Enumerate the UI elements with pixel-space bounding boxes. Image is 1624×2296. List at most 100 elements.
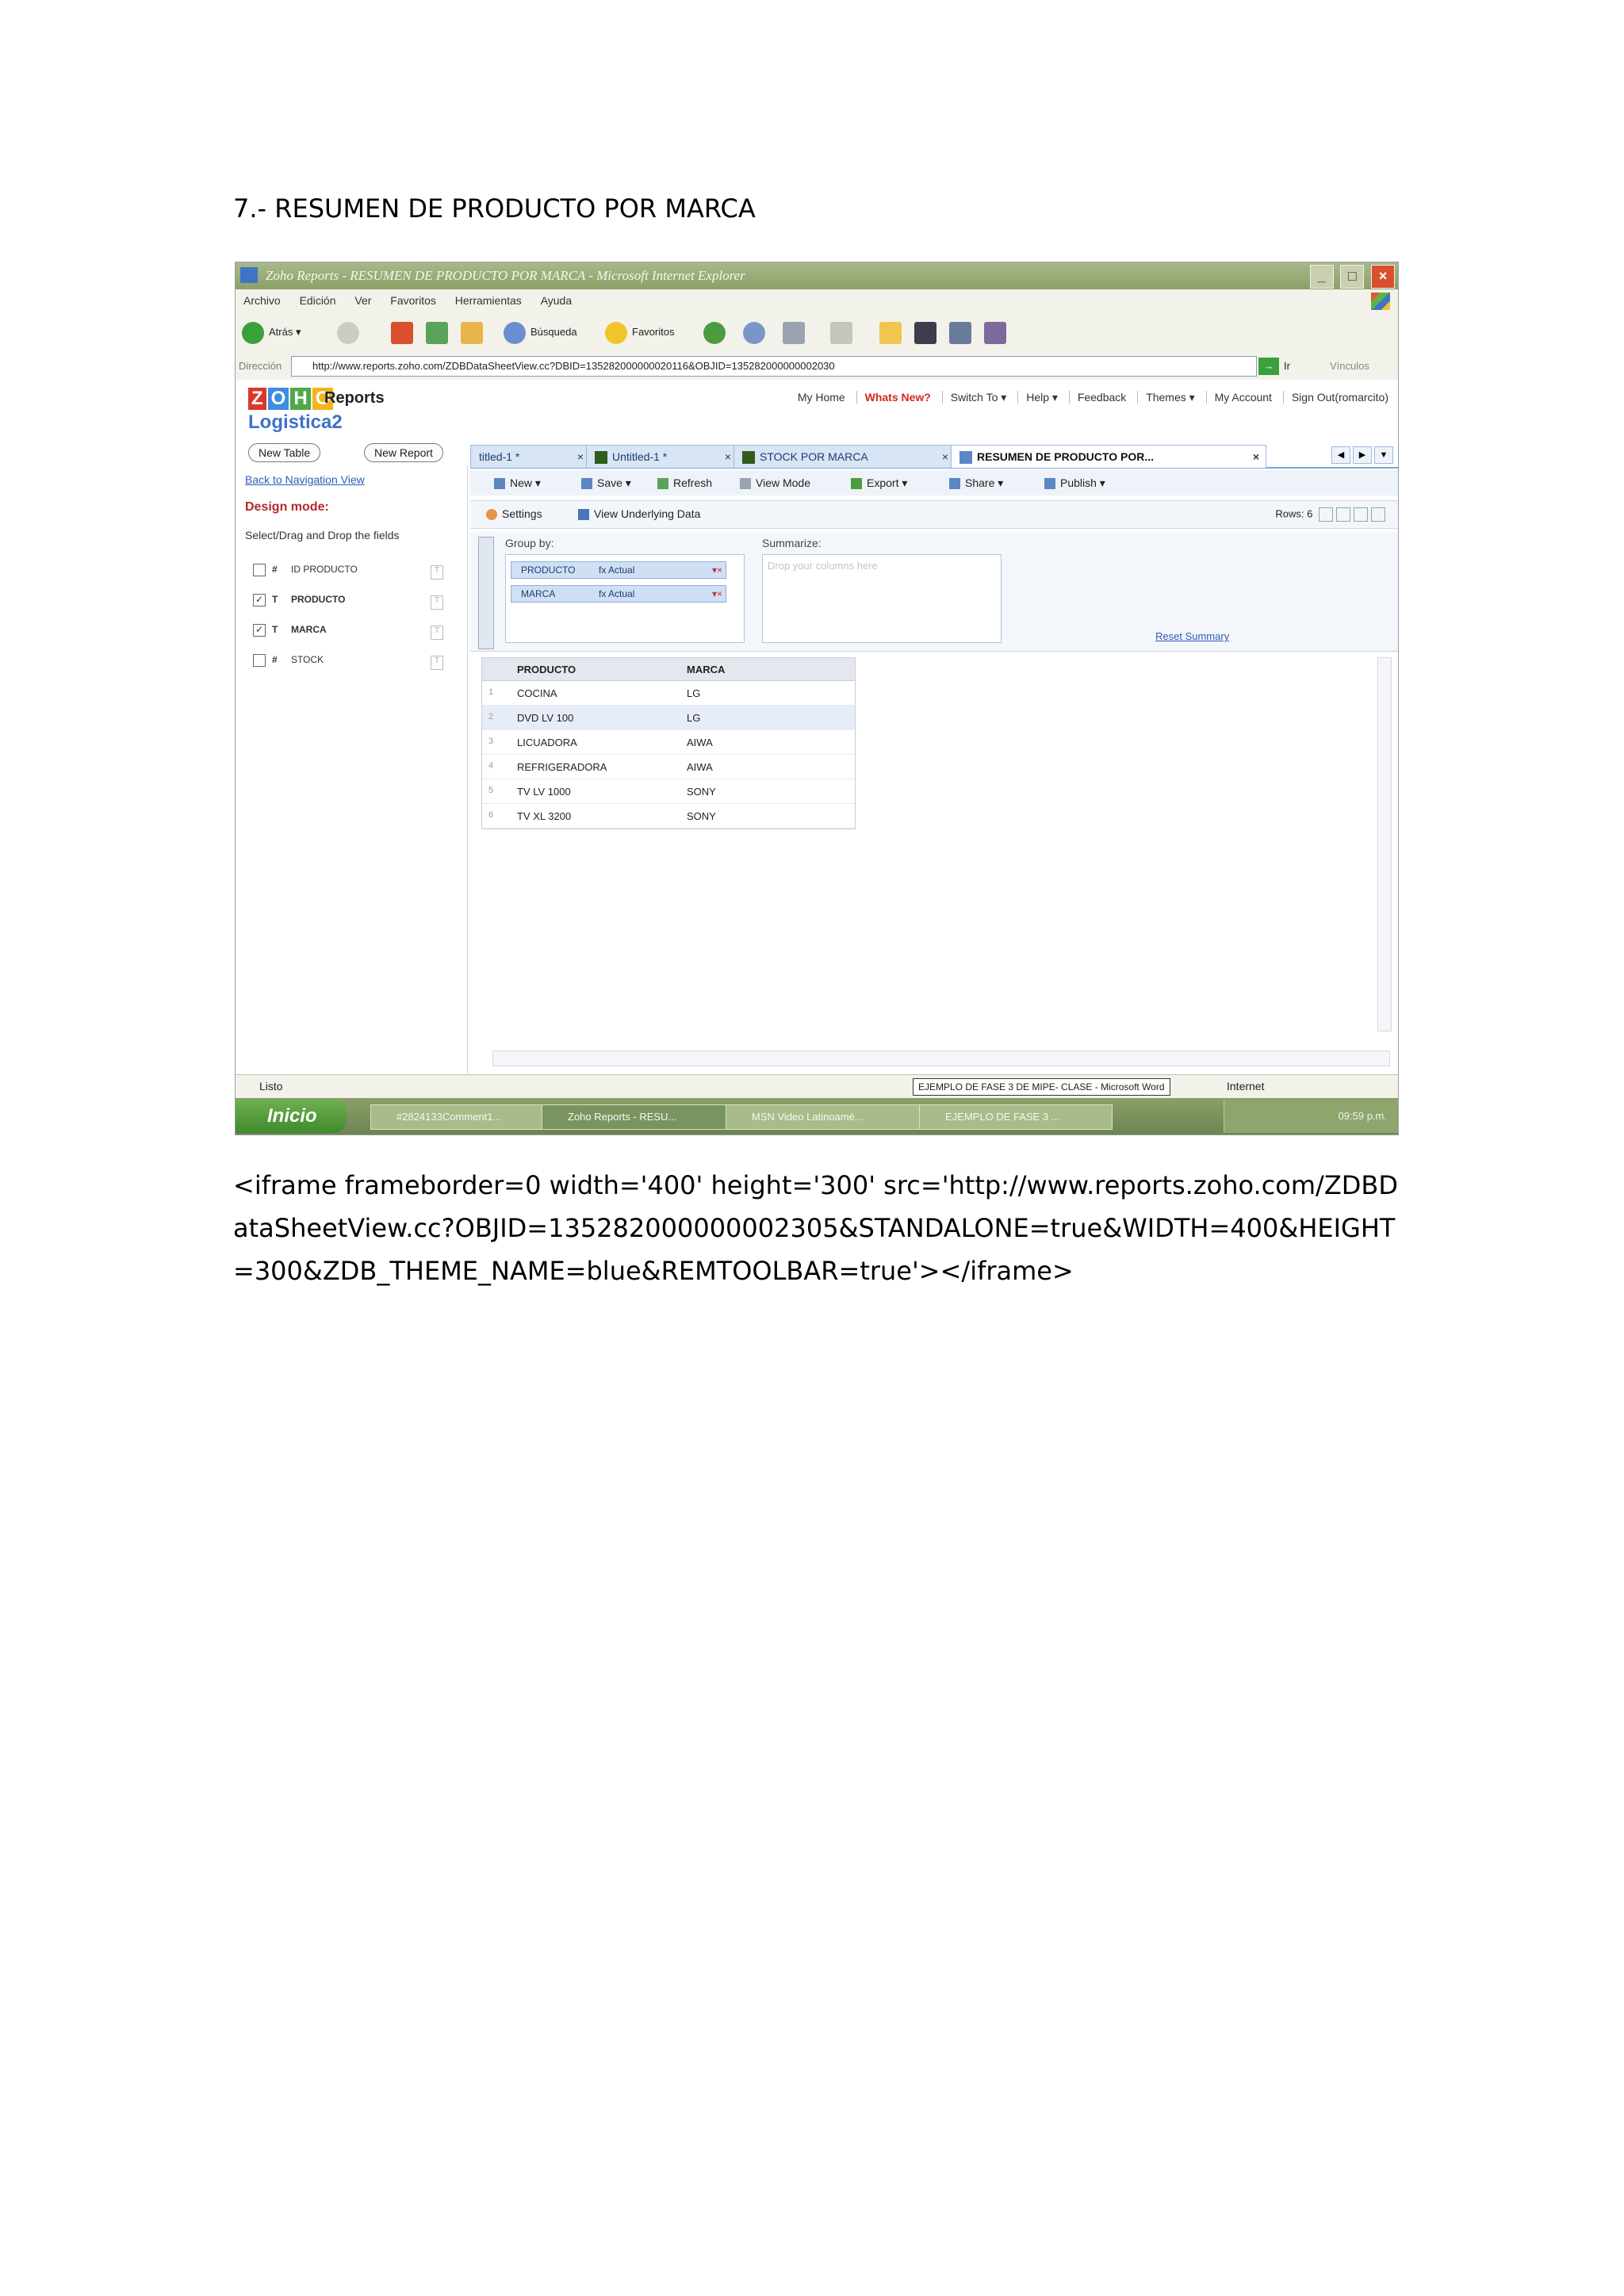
summarize-dropzone[interactable]: Drop your columns here	[762, 554, 1002, 643]
print-button[interactable]	[783, 320, 810, 345]
messenger-button[interactable]	[949, 320, 976, 345]
nav-switch-to[interactable]: Switch To ▾	[941, 391, 1007, 404]
tab-titled-1[interactable]: titled-1 * ×	[470, 445, 591, 468]
field-settings-icon[interactable]: T	[431, 626, 443, 640]
tab-stock-por-marca[interactable]: STOCK POR MARCA ×	[733, 445, 956, 468]
refresh-button[interactable]	[426, 320, 453, 345]
home-button[interactable]	[461, 320, 488, 345]
menu-ver[interactable]: Ver	[354, 294, 371, 307]
field-row[interactable]: # STOCK T	[253, 654, 443, 672]
menu-ayuda[interactable]: Ayuda	[541, 294, 572, 307]
chip-function[interactable]: fx Actual	[599, 562, 634, 578]
publish-menu[interactable]: Publish ▾	[1044, 476, 1105, 490]
taskbar-item[interactable]: Zoho Reports - RESU...	[542, 1104, 740, 1130]
close-tab-icon[interactable]: ×	[942, 446, 948, 468]
tab-scroll-left-icon[interactable]: ◀	[1331, 446, 1350, 464]
minimize-button[interactable]: _	[1309, 265, 1334, 289]
menu-archivo[interactable]: Archivo	[243, 294, 281, 307]
horizontal-scrollbar[interactable]	[492, 1050, 1390, 1066]
table-row[interactable]: 5 TV LV 1000 SONY	[482, 779, 855, 804]
group-chip[interactable]: PRODUCTO fx Actual ▾×	[511, 561, 726, 579]
close-button[interactable]: ×	[1371, 265, 1395, 289]
nav-feedback[interactable]: Feedback	[1068, 391, 1127, 404]
field-checkbox[interactable]: ✓	[253, 624, 266, 637]
back-to-navigation-link[interactable]: Back to Navigation View	[245, 473, 365, 486]
taskbar-item[interactable]: #2824133Comment1...	[370, 1104, 556, 1130]
new-menu[interactable]: New ▾	[494, 476, 541, 490]
field-checkbox[interactable]: ✓	[253, 594, 266, 607]
back-button[interactable]: Atrás ▾	[242, 320, 301, 345]
remove-chip-icon[interactable]: ▾×	[712, 586, 722, 602]
maximize-button[interactable]: □	[1340, 265, 1365, 289]
field-checkbox[interactable]	[253, 564, 266, 576]
go-button[interactable]: Ir	[1284, 360, 1290, 372]
research-button[interactable]	[984, 320, 1011, 345]
field-row[interactable]: ✓ T MARCA T	[253, 624, 443, 641]
nav-my-account[interactable]: My Account	[1205, 391, 1272, 404]
refresh-action[interactable]: Refresh	[657, 476, 712, 490]
prev-page-icon[interactable]	[1336, 507, 1350, 522]
go-arrow-icon[interactable]: →	[1258, 358, 1279, 375]
search-button[interactable]: Búsqueda	[504, 320, 577, 345]
group-by-dropzone[interactable]: PRODUCTO fx Actual ▾× MARCA fx Actual ▾×	[505, 554, 745, 643]
folder-button[interactable]	[879, 320, 906, 345]
field-row[interactable]: # ID PRODUCTO T	[253, 564, 443, 581]
reset-summary-link[interactable]: Reset Summary	[1155, 630, 1229, 642]
links-button[interactable]: Vínculos	[1330, 360, 1369, 372]
nav-themes[interactable]: Themes ▾	[1137, 391, 1195, 404]
view-mode-action[interactable]: View Mode	[740, 476, 810, 490]
column-header[interactable]: PRODUCTO	[517, 664, 576, 675]
edit-button[interactable]	[830, 320, 857, 345]
save-menu[interactable]: Save ▾	[581, 476, 631, 490]
tab-scroll-right-icon[interactable]: ▶	[1353, 446, 1372, 464]
summary-filter-vertical-tabs[interactable]	[478, 537, 494, 649]
table-row[interactable]: 4 REFRIGERADORA AIWA	[482, 755, 855, 779]
start-button[interactable]: Inicio	[236, 1100, 347, 1133]
taskbar-item[interactable]: MSN Video Latinoamé...	[726, 1104, 933, 1130]
menu-herramientas[interactable]: Herramientas	[455, 294, 522, 307]
first-page-icon[interactable]	[1319, 507, 1333, 522]
export-menu[interactable]: Export ▾	[851, 476, 907, 490]
field-settings-icon[interactable]: T	[431, 656, 443, 670]
chip-function[interactable]: fx Actual	[599, 586, 634, 602]
table-row[interactable]: 1 COCINA LG	[482, 681, 855, 706]
nav-help[interactable]: Help ▾	[1017, 391, 1058, 404]
favorites-button[interactable]: Favoritos	[605, 320, 674, 345]
table-row[interactable]: 6 TV XL 3200 SONY	[482, 804, 855, 828]
field-settings-icon[interactable]: T	[431, 565, 443, 580]
nav-whats-new[interactable]: Whats New?	[856, 391, 931, 404]
column-header[interactable]: MARCA	[687, 664, 725, 675]
nav-my-home[interactable]: My Home	[790, 391, 845, 404]
close-tab-icon[interactable]: ×	[577, 446, 584, 468]
settings-button[interactable]: Settings	[486, 507, 542, 521]
tab-resumen-de-producto[interactable]: RESUMEN DE PRODUCTO POR... ×	[951, 445, 1266, 468]
next-page-icon[interactable]	[1354, 507, 1368, 522]
group-chip[interactable]: MARCA fx Actual ▾×	[511, 585, 726, 603]
field-checkbox[interactable]	[253, 654, 266, 667]
table-row[interactable]: 2 DVD LV 100 LG	[482, 706, 855, 730]
k-button[interactable]	[914, 320, 941, 345]
tab-list-icon[interactable]: ▼	[1374, 446, 1393, 464]
nav-sign-out[interactable]: Sign Out(romarcito)	[1282, 391, 1388, 404]
last-page-icon[interactable]	[1371, 507, 1385, 522]
mail-button[interactable]	[743, 320, 770, 345]
history-button[interactable]	[703, 320, 730, 345]
address-input[interactable]: http://www.reports.zoho.com/ZDBDataSheet…	[291, 356, 1257, 377]
remove-chip-icon[interactable]: ▾×	[712, 562, 722, 578]
new-table-button[interactable]: New Table	[248, 443, 321, 462]
field-settings-icon[interactable]: T	[431, 595, 443, 610]
stop-button[interactable]	[391, 320, 418, 345]
taskbar-item[interactable]: EJEMPLO DE FASE 3 ...	[919, 1104, 1113, 1130]
table-row[interactable]: 3 LICUADORA AIWA	[482, 730, 855, 755]
close-tab-icon[interactable]: ×	[725, 446, 731, 468]
tab-untitled-1[interactable]: Untitled-1 * ×	[586, 445, 738, 468]
close-tab-icon[interactable]: ×	[1253, 446, 1259, 468]
forward-button[interactable]	[337, 320, 364, 345]
view-underlying-data-button[interactable]: View Underlying Data	[578, 507, 700, 521]
menu-favoritos[interactable]: Favoritos	[390, 294, 436, 307]
menu-edicion[interactable]: Edición	[300, 294, 336, 307]
field-row[interactable]: ✓ T PRODUCTO T	[253, 594, 443, 611]
vertical-scrollbar[interactable]	[1377, 657, 1392, 1031]
new-report-button[interactable]: New Report	[364, 443, 443, 462]
share-menu[interactable]: Share ▾	[949, 476, 1003, 490]
